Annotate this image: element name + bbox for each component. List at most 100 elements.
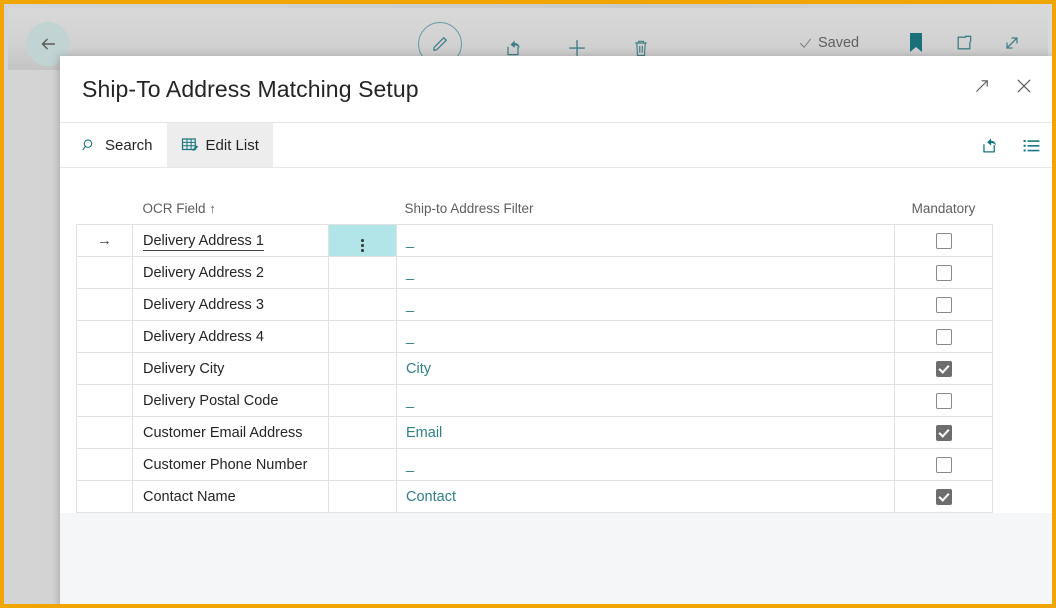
magnifier-glyph [81,137,97,153]
ship-to-address-matching-setup-dialog: Ship-To Address Matching Setup [60,56,1056,608]
cell-mandatory[interactable] [895,449,993,481]
list-table-area: OCR Field ↑ Ship-to Address Filter Manda… [60,168,1056,608]
share-icon[interactable] [978,134,1000,156]
search-button[interactable]: Search [66,123,167,167]
cell-ocr-field[interactable]: Delivery City [133,353,329,385]
cell-ship-to-address-filter[interactable]: City [397,353,895,385]
table-row[interactable]: Customer Phone Number _ [77,449,993,481]
command-bar-right-actions [978,123,1042,167]
edit-list-button[interactable]: Edit List [167,123,273,167]
column-header-mandatory[interactable]: Mandatory [895,168,993,225]
column-header-indicator [77,168,133,225]
mandatory-checkbox[interactable] [936,425,952,441]
open-window-glyph [954,33,974,53]
mandatory-checkbox[interactable] [936,489,952,505]
mandatory-checkbox[interactable] [936,265,952,281]
search-icon [80,136,98,154]
table-header: OCR Field ↑ Ship-to Address Filter Manda… [77,168,993,225]
cell-ship-to-address-filter-text: _ [406,457,414,473]
cell-ocr-field[interactable]: Customer Phone Number [133,449,329,481]
expand-icon[interactable] [999,30,1025,56]
column-header-ship-to-address-filter[interactable]: Ship-to Address Filter [397,168,895,225]
cell-ship-to-address-filter-text: _ [406,297,414,313]
expand-glyph [1002,33,1022,53]
cell-ocr-field[interactable]: Contact Name [133,481,329,513]
cell-ship-to-address-filter-text: _ [406,265,414,281]
cell-ocr-field[interactable]: Delivery Address 1 [133,225,329,257]
ship-to-address-matching-table: OCR Field ↑ Ship-to Address Filter Manda… [76,168,993,513]
search-button-label: Search [105,137,153,154]
mandatory-checkbox[interactable] [936,393,952,409]
cell-ocr-field[interactable]: Delivery Address 2 [133,257,329,289]
cell-ocr-field-text: Customer Phone Number [143,457,307,473]
cell-dots-placeholder [329,289,397,321]
cell-ship-to-address-filter[interactable]: _ [397,289,895,321]
mandatory-checkbox[interactable] [936,297,952,313]
share-glyph [503,38,523,58]
saved-status-label: Saved [818,35,859,51]
table-row[interactable]: Delivery City City [77,353,993,385]
row-indicator [77,321,133,353]
table-row[interactable]: → Delivery Address 1 _ [77,225,993,257]
list-glyph [1022,136,1041,155]
cell-ocr-field[interactable]: Customer Email Address [133,417,329,449]
trash-glyph [631,38,651,58]
bookmark-icon[interactable] [903,30,929,56]
table-row[interactable]: Delivery Postal Code _ [77,385,993,417]
cell-ship-to-address-filter[interactable]: _ [397,321,895,353]
table-row[interactable]: Contact Name Contact [77,481,993,513]
cell-mandatory[interactable] [895,289,993,321]
cell-mandatory[interactable] [895,257,993,289]
sort-ascending-icon: ↑ [209,201,216,216]
mandatory-checkbox[interactable] [936,361,952,377]
mandatory-checkbox[interactable] [936,233,952,249]
cell-ship-to-address-filter[interactable]: _ [397,225,895,257]
cell-ship-to-address-filter[interactable]: _ [397,385,895,417]
cell-ship-to-address-filter[interactable]: _ [397,449,895,481]
cell-ship-to-address-filter-text: City [406,361,431,377]
mandatory-checkbox[interactable] [936,457,952,473]
cell-ocr-field[interactable]: Delivery Address 3 [133,289,329,321]
cell-ship-to-address-filter[interactable]: Email [397,417,895,449]
edit-list-button-label: Edit List [206,137,259,154]
cell-ship-to-address-filter[interactable]: _ [397,257,895,289]
column-header-ocr-field-label: OCR Field [143,201,206,216]
cell-ocr-field-text: Customer Email Address [143,425,303,441]
table-row[interactable]: Delivery Address 3 _ [77,289,993,321]
column-header-dots [329,168,397,225]
list-options-icon[interactable] [1020,134,1042,156]
cell-mandatory[interactable] [895,417,993,449]
cell-dots-placeholder [329,353,397,385]
table-row[interactable]: Customer Email Address Email [77,417,993,449]
edit-list-icon [181,136,199,154]
cell-mandatory[interactable] [895,481,993,513]
table-row[interactable]: Delivery Address 4 _ [77,321,993,353]
open-in-new-window-icon[interactable] [951,30,977,56]
page-title: Ship-To Address Matching Setup [82,76,419,103]
back-arrow-icon [37,33,59,55]
table-body: →Delivery Address 1_Delivery Address 2_D… [77,225,993,513]
cell-ocr-field[interactable]: Delivery Address 4 [133,321,329,353]
cell-ocr-field-text: Contact Name [143,489,236,505]
dialog-expand-button[interactable] [970,74,994,98]
row-indicator [77,353,133,385]
cell-ocr-field-text: Delivery Address 3 [143,297,264,313]
screenshot-frame: Saved [0,0,1056,608]
column-header-ocr-field[interactable]: OCR Field ↑ [133,168,329,225]
cell-ocr-field[interactable]: Delivery Postal Code [133,385,329,417]
vertical-ellipsis-icon [361,239,364,252]
cell-mandatory[interactable] [895,353,993,385]
dialog-close-button[interactable] [1012,74,1036,98]
row-more-options-button[interactable] [329,225,397,257]
row-indicator: → [77,225,133,257]
cell-mandatory[interactable] [895,385,993,417]
cell-ocr-field-text: Delivery Address 1 [143,233,264,251]
mandatory-checkbox[interactable] [936,329,952,345]
cell-ocr-field-text: Delivery Postal Code [143,393,278,409]
cell-ship-to-address-filter[interactable]: Contact [397,481,895,513]
table-row[interactable]: Delivery Address 2 _ [77,257,993,289]
table-empty-area [60,513,1056,608]
cell-mandatory[interactable] [895,321,993,353]
close-icon [1014,76,1034,96]
cell-mandatory[interactable] [895,225,993,257]
